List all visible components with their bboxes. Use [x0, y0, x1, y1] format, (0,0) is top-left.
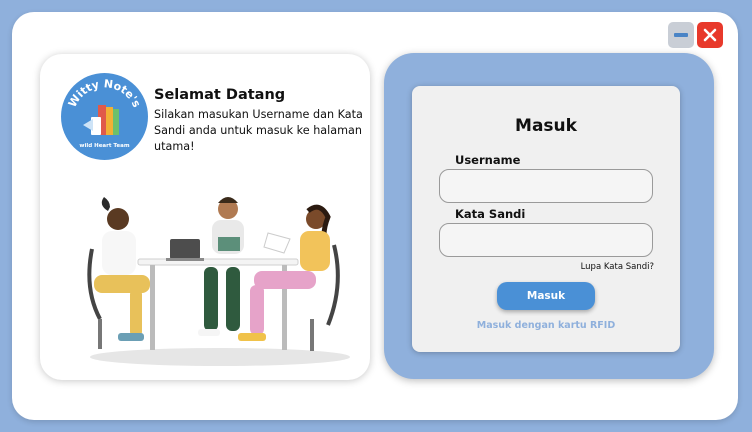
- close-button[interactable]: [697, 22, 723, 48]
- login-form: Masuk Username Kata Sandi Lupa Kata Sand…: [412, 86, 680, 352]
- team-illustration: [87, 197, 350, 366]
- login-title: Masuk: [515, 116, 577, 136]
- password-input[interactable]: [439, 223, 653, 257]
- username-label: Username: [455, 153, 521, 167]
- login-button[interactable]: Masuk: [497, 282, 595, 310]
- forgot-password-link[interactable]: Lupa Kata Sandi?: [542, 262, 654, 272]
- rfid-login-link[interactable]: Masuk dengan kartu RFID: [412, 320, 680, 331]
- welcome-text: Silakan masukan Username dan Kata Sandi …: [154, 108, 363, 153]
- svg-text:wild Heart Team: wild Heart Team: [79, 143, 129, 149]
- username-input[interactable]: [439, 169, 653, 203]
- minimize-icon: [674, 33, 688, 37]
- close-icon: [703, 28, 717, 42]
- welcome-card: Witty Note's wild Heart Team Selamat Dat…: [40, 54, 370, 380]
- password-label: Kata Sandi: [455, 207, 526, 221]
- welcome-title: Selamat Datang: [154, 87, 286, 103]
- minimize-button[interactable]: [668, 22, 694, 48]
- app-logo: Witty Note's wild Heart Team: [61, 73, 148, 160]
